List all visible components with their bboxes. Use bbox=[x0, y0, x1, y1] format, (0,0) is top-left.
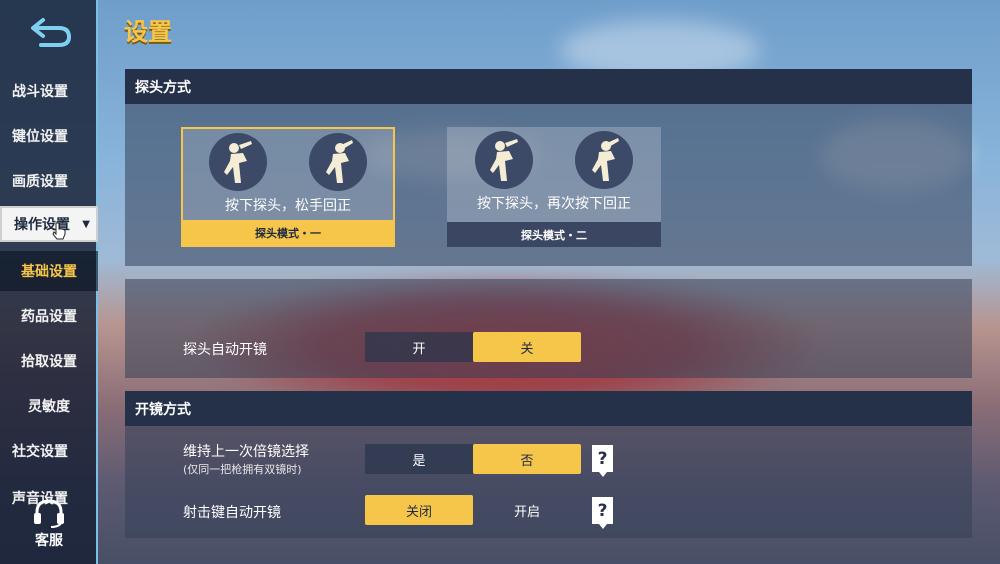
page-title: 设置 bbox=[124, 18, 172, 46]
back-arrow-icon bbox=[31, 18, 72, 47]
auto-scope-panel bbox=[125, 279, 972, 378]
fire-auto-scope-on-option[interactable]: 开启 bbox=[473, 495, 581, 525]
peek-section-header: 探头方式 bbox=[125, 69, 972, 104]
pointer-cursor-icon bbox=[52, 222, 66, 240]
peek-mode-two-desc: 按下探头，再次按下回正 bbox=[477, 196, 631, 212]
peek-figure-icon bbox=[209, 133, 267, 191]
sidebar-item-keys[interactable]: 键位设置 bbox=[0, 116, 98, 156]
sidebar-item-label: 拾取设置 bbox=[21, 354, 77, 370]
sidebar-item-label: 灵敏度 bbox=[28, 399, 70, 415]
peek-mode-panel: 按下探头，松手回正 探头模式・一 按下探头，再次按下回正 探头模式・二 bbox=[125, 104, 972, 266]
keep-last-scope-no-option[interactable]: 否 bbox=[473, 444, 581, 474]
sidebar-subitem-pickup[interactable]: 拾取设置 bbox=[0, 341, 98, 381]
scope-section-header: 开镜方式 bbox=[125, 391, 972, 426]
fire-auto-scope-label: 射击键自动开镜 bbox=[183, 505, 281, 521]
keep-last-scope-help-icon[interactable]: ? bbox=[592, 445, 613, 477]
peek-auto-scope-toggle: 开 关 bbox=[365, 332, 581, 362]
peek-auto-scope-on-option[interactable]: 开 bbox=[365, 332, 473, 362]
peek-mode-one-label: 探头模式・一 bbox=[183, 220, 393, 245]
sidebar-item-label: 基础设置 bbox=[21, 264, 77, 280]
sidebar-item-label: 药品设置 bbox=[21, 309, 77, 325]
sidebar-item-label: 键位设置 bbox=[12, 129, 68, 145]
sidebar-subitem-basic[interactable]: 基础设置 bbox=[0, 251, 98, 291]
peek-auto-scope-off-option[interactable]: 关 bbox=[473, 332, 581, 362]
peek-figure-icon bbox=[475, 131, 533, 189]
peek-mode-one-card[interactable]: 按下探头，松手回正 探头模式・一 bbox=[181, 127, 395, 247]
sidebar-item-battle[interactable]: 战斗设置 bbox=[0, 71, 98, 111]
sidebar-item-label: 战斗设置 bbox=[12, 84, 68, 100]
sidebar-item-label: 社交设置 bbox=[12, 444, 68, 460]
keep-last-scope-toggle: 是 否 bbox=[365, 444, 581, 474]
keep-last-scope-yes-option[interactable]: 是 bbox=[365, 444, 473, 474]
peek-auto-scope-label: 探头自动开镜 bbox=[183, 342, 267, 358]
peek-figure-lean-icon bbox=[575, 131, 633, 189]
customer-service-button[interactable]: 客服 bbox=[0, 498, 98, 558]
sidebar-subitem-sensitivity[interactable]: 灵敏度 bbox=[0, 386, 98, 426]
fire-auto-scope-help-icon[interactable]: ? bbox=[592, 497, 613, 529]
sidebar-subitem-meds[interactable]: 药品设置 bbox=[0, 296, 98, 336]
keep-last-scope-label: 维持上一次倍镜选择 bbox=[183, 444, 309, 460]
sidebar-item-controls[interactable]: 操作设置 ▼ bbox=[0, 206, 98, 242]
peek-mode-two-card[interactable]: 按下探头，再次按下回正 探头模式・二 bbox=[447, 127, 661, 247]
peek-figure-lean-icon bbox=[309, 133, 367, 191]
peek-mode-one-desc: 按下探头，松手回正 bbox=[225, 198, 351, 214]
customer-service-label: 客服 bbox=[35, 533, 63, 549]
peek-mode-two-label: 探头模式・二 bbox=[447, 222, 661, 247]
sidebar: 战斗设置 键位设置 画质设置 操作设置 ▼ 基础设置 药品设置 拾取设置 灵敏度… bbox=[0, 0, 98, 564]
sidebar-item-label: 画质设置 bbox=[12, 174, 68, 190]
back-button[interactable] bbox=[28, 14, 74, 50]
fire-auto-scope-off-option[interactable]: 关闭 bbox=[365, 495, 473, 525]
headset-icon bbox=[34, 499, 64, 528]
sidebar-item-graphics[interactable]: 画质设置 bbox=[0, 161, 98, 201]
sidebar-item-social[interactable]: 社交设置 bbox=[0, 431, 98, 471]
keep-last-scope-sublabel: (仅同一把枪拥有双镜时) bbox=[183, 463, 302, 476]
fire-auto-scope-toggle: 关闭 开启 bbox=[365, 495, 581, 525]
caret-down-icon: ▼ bbox=[82, 218, 90, 230]
